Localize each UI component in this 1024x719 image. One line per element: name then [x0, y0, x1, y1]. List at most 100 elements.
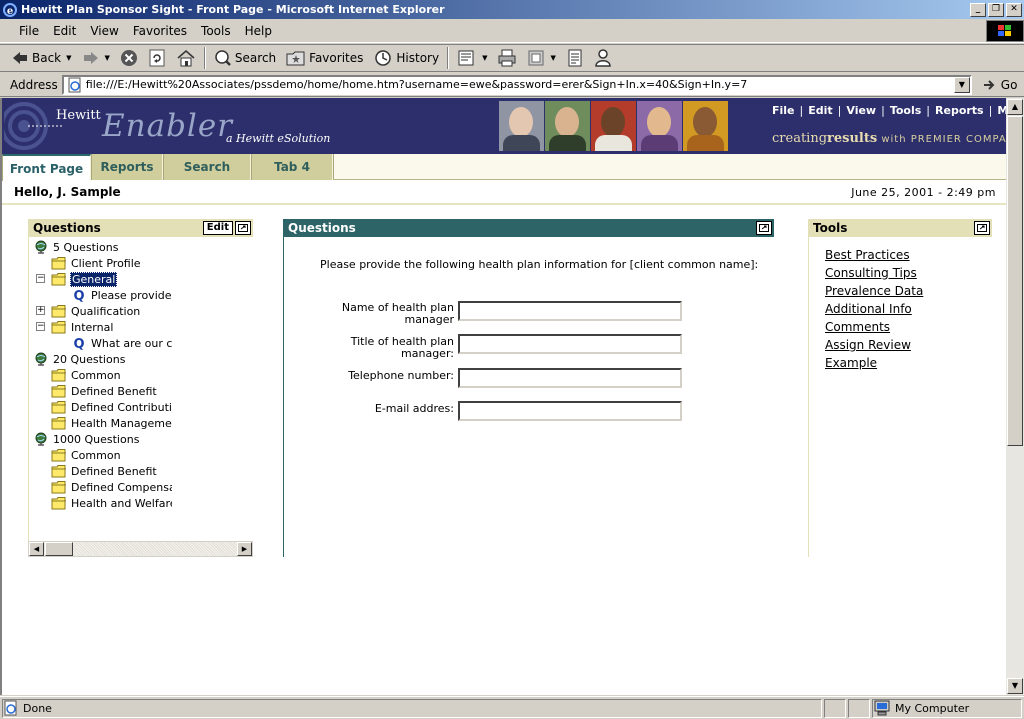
tab-search[interactable]: Search — [163, 154, 251, 180]
address-bar: Address file:///E:/Hewitt%20Associates/p… — [0, 73, 1024, 97]
windows-logo-icon — [986, 20, 1024, 42]
link-example[interactable]: Example — [825, 356, 877, 370]
tree-node[interactable]: Defined Benefit — [51, 463, 158, 479]
tree-node[interactable]: Health and Welfare — [51, 495, 172, 511]
refresh-button[interactable] — [143, 46, 171, 70]
search-icon — [215, 50, 231, 66]
link-consulting-tips[interactable]: Consulting Tips — [825, 266, 917, 280]
tree-node[interactable]: 5 Questions — [33, 239, 119, 255]
history-button[interactable]: History — [368, 46, 444, 70]
tree-node[interactable]: − General — [36, 271, 118, 287]
mail-dropdown-icon[interactable]: ▼ — [482, 54, 487, 62]
link-additional-info[interactable]: Additional Info — [825, 302, 912, 316]
edit-page-button[interactable]: ▼ — [522, 46, 560, 70]
window-title-bar[interactable]: e Hewitt Plan Sponsor Sight - Front Page… — [0, 0, 1024, 19]
tree-node[interactable]: − Internal — [36, 319, 114, 335]
email-input[interactable] — [458, 401, 682, 421]
stop-button[interactable] — [115, 46, 143, 70]
tab-4[interactable]: Tab 4 — [251, 154, 333, 180]
popout-icon[interactable] — [756, 221, 772, 235]
tree-node[interactable]: + Qualification — [36, 303, 141, 319]
back-dropdown-icon[interactable]: ▼ — [66, 54, 71, 62]
banner-tagline: creatingresults with PREMIER COMPANY — [772, 131, 1006, 146]
tree-node[interactable]: Common — [51, 447, 122, 463]
print-button[interactable] — [492, 46, 522, 70]
folder-icon — [51, 481, 66, 494]
banner-menu-view[interactable]: View — [846, 104, 876, 117]
tab-reports[interactable]: Reports — [91, 154, 163, 180]
collapse-icon[interactable]: − — [36, 322, 45, 331]
address-dropdown-icon[interactable]: ▼ — [953, 76, 970, 93]
tree-node[interactable]: Defined Benefit — [51, 383, 158, 399]
scroll-thumb[interactable] — [1007, 116, 1023, 446]
edit-button[interactable]: Edit — [202, 221, 233, 235]
banner-menu-file[interactable]: File — [772, 104, 795, 117]
tree-node[interactable]: Defined Contribution — [51, 399, 172, 415]
banner-menu-misc[interactable]: Misc — [997, 104, 1006, 117]
field-label-telephone: Telephone number: — [348, 369, 454, 382]
link-assign-review[interactable]: Assign Review — [825, 338, 911, 352]
popout-icon[interactable] — [235, 221, 251, 235]
manager-title-input[interactable] — [458, 334, 682, 354]
tree-node-label: Defined Contribution — [71, 400, 172, 414]
link-best-practices[interactable]: Best Practices — [825, 248, 910, 262]
link-prevalence-data[interactable]: Prevalence Data — [825, 284, 923, 298]
back-button[interactable]: Back ▼ — [6, 46, 77, 70]
tagline-results: results — [827, 131, 878, 146]
banner-menu-reports[interactable]: Reports — [935, 104, 984, 117]
scroll-left-icon[interactable]: ◀ — [29, 542, 44, 556]
tree-node[interactable]: 1000 Questions — [33, 431, 140, 447]
collapse-icon[interactable]: − — [36, 274, 45, 283]
manager-name-input[interactable] — [458, 301, 682, 321]
maximize-button[interactable]: ❐ — [988, 2, 1004, 17]
scroll-right-icon[interactable]: ▶ — [237, 542, 252, 556]
scroll-up-icon[interactable]: ▲ — [1007, 99, 1023, 115]
menu-favorites[interactable]: Favorites — [126, 24, 194, 38]
popout-icon[interactable] — [974, 221, 990, 235]
tree-node[interactable]: Q Please provide the — [71, 287, 172, 303]
messenger-button[interactable] — [589, 46, 617, 70]
go-button[interactable]: Go — [982, 78, 1017, 92]
discuss-button[interactable] — [561, 46, 589, 70]
menu-edit[interactable]: Edit — [46, 24, 83, 38]
mail-button[interactable]: ▼ — [452, 46, 492, 70]
home-button[interactable] — [171, 46, 201, 70]
forward-dropdown-icon[interactable]: ▼ — [105, 54, 110, 62]
edit-dropdown-icon[interactable]: ▼ — [550, 54, 555, 62]
scroll-down-icon[interactable]: ▼ — [1007, 678, 1023, 694]
address-url[interactable]: file:///E:/Hewitt%20Associates/pssdemo/h… — [86, 78, 954, 91]
favorites-folder-icon — [286, 51, 305, 66]
menu-help[interactable]: Help — [238, 24, 279, 38]
close-button[interactable]: ✕ — [1006, 2, 1022, 17]
menu-view[interactable]: View — [83, 24, 125, 38]
telephone-input[interactable] — [458, 368, 682, 388]
link-comments[interactable]: Comments — [825, 320, 890, 334]
menu-file[interactable]: File — [12, 24, 46, 38]
page-vertical-scrollbar[interactable]: ▲ ▼ — [1006, 98, 1024, 695]
tree-node[interactable]: Common — [51, 367, 122, 383]
tree-node-label: 20 Questions — [53, 352, 126, 366]
address-input[interactable]: file:///E:/Hewitt%20Associates/pssdemo/h… — [61, 74, 972, 95]
tree-node[interactable]: Health Management — [51, 415, 172, 431]
scroll-thumb[interactable] — [45, 542, 73, 556]
folder-icon — [51, 273, 66, 286]
field-label-manager-title: Title of health plan manager: — [350, 335, 454, 360]
search-button[interactable]: Search — [209, 46, 281, 70]
banner-menu-tools[interactable]: Tools — [890, 104, 921, 117]
tree-node[interactable]: Defined Compensation — [51, 479, 172, 495]
expand-icon[interactable]: + — [36, 306, 45, 315]
folder-icon — [51, 385, 66, 398]
banner-menu-edit[interactable]: Edit — [808, 104, 832, 117]
banner-photo — [591, 101, 636, 151]
tree-node[interactable]: Client Profile — [51, 255, 142, 271]
tree-horizontal-scrollbar[interactable]: ◀ ▶ — [28, 541, 253, 557]
favorites-button[interactable]: Favorites — [281, 46, 368, 70]
my-computer-icon — [874, 700, 890, 716]
forward-button[interactable]: ▼ — [77, 46, 115, 70]
tree-node[interactable]: 20 Questions — [33, 351, 126, 367]
tree-node[interactable]: Q What are our cha — [71, 335, 172, 351]
tools-header: Tools — [808, 219, 992, 237]
menu-tools[interactable]: Tools — [194, 24, 238, 38]
minimize-button[interactable]: _ — [970, 2, 986, 17]
tab-front-page[interactable]: Front Page — [2, 154, 91, 181]
